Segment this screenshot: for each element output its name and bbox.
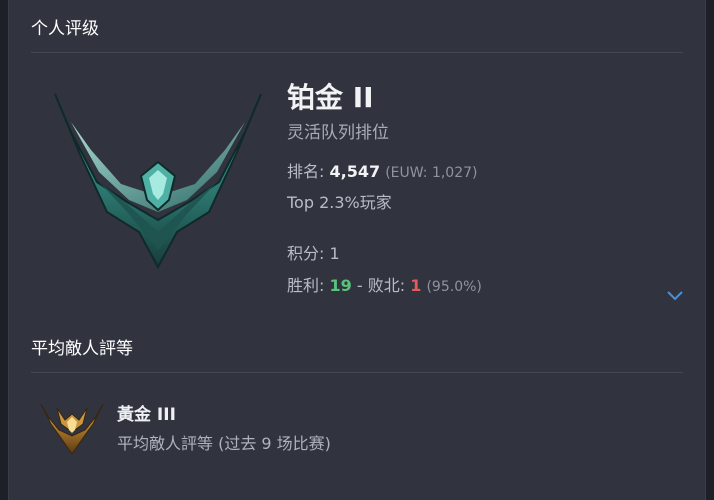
divider <box>31 372 683 373</box>
win-loss: 胜利: 19 - 败北: 1 (95.0%) <box>287 272 482 296</box>
queue-type: 灵活队列排位 <box>287 123 389 143</box>
ladder-label: 排名: <box>287 162 325 181</box>
ladder-value: 4,547 <box>329 162 381 181</box>
divider <box>31 52 683 53</box>
avg-enemy-section-title: 平均敵人評等 <box>31 339 133 359</box>
gold-emblem-icon <box>40 403 104 455</box>
losses-count: 1 <box>410 276 422 295</box>
rank-panel: 个人评级 铂金 II 灵活队列排位 排名: 4,547 (EUW: 1,027) <box>8 0 706 500</box>
league-points: 积分: 1 <box>287 244 340 263</box>
winrate: (95.0%) <box>426 279 482 295</box>
rank-tier: 铂金 II <box>287 81 374 114</box>
ladder-rank: 排名: 4,547 (EUW: 1,027) <box>287 158 478 182</box>
avg-enemy-tier: 黃金 III <box>117 405 176 425</box>
top-percent: Top 2.3%玩家 <box>287 193 392 212</box>
wins-count: 19 <box>329 276 352 295</box>
chevron-down-icon[interactable] <box>665 288 685 302</box>
wins-label: 胜利: <box>287 276 325 295</box>
platinum-emblem-icon <box>54 93 262 270</box>
region-rank: (EUW: 1,027) <box>385 165 478 181</box>
losses-label: 败北: <box>367 276 406 295</box>
avg-enemy-description: 平均敵人評等 (过去 9 场比赛) <box>117 434 331 453</box>
section-title: 个人评级 <box>31 19 99 39</box>
separator: - <box>356 276 363 295</box>
